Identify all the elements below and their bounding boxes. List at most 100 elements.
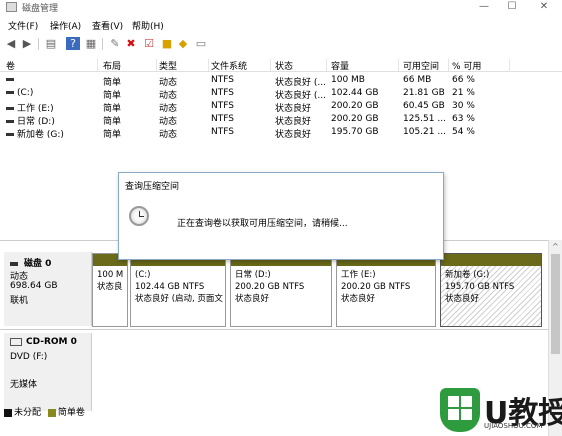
free-space-cell: 125.51 ... <box>403 114 446 124</box>
partition-label: (C:) <box>135 270 151 280</box>
windows-icon <box>448 396 472 420</box>
volume-icon <box>6 107 14 110</box>
scroll-up-icon[interactable]: ^ <box>552 242 559 251</box>
partition-e[interactable]: 工作 (E:) 200.20 GB NTFS 状态良好 <box>336 253 436 327</box>
layout-cell: 简单 <box>103 78 122 88</box>
percent-free-cell: 66 % <box>452 75 475 85</box>
column-percent-free[interactable]: % 可用 <box>452 59 510 72</box>
disk0-label-panel[interactable]: 磁盘 0 动态 698.64 GB 联机 <box>4 252 92 326</box>
layout-icon[interactable]: ▭ <box>194 37 208 50</box>
folder-icon[interactable]: ■ <box>160 37 174 50</box>
status-cell: 状态良好 (... <box>275 78 326 88</box>
column-layout[interactable]: 布局 <box>103 59 157 72</box>
partition-status: 状态良好 <box>235 294 270 304</box>
disk-management-icon <box>6 2 17 12</box>
volume-cell <box>6 75 100 85</box>
partition-info: 日常 (D:) 200.20 GB NTFS 状态良好 <box>235 269 304 305</box>
search-folder-icon[interactable]: ◆ <box>176 37 190 50</box>
shield-logo-icon <box>440 388 480 432</box>
cdrom-icon <box>10 337 22 346</box>
volume-icon <box>6 78 14 81</box>
percent-free-cell: 30 % <box>452 101 475 111</box>
menu-help[interactable]: 帮助(H) <box>132 19 164 32</box>
table-row[interactable]: 新加卷 (G:) 简单 动态 NTFS 状态良好 195.70 GB 105.2… <box>0 127 562 140</box>
watermark-site: UJIAOSHOU.COM <box>484 422 543 430</box>
legend: 未分配 简单卷 <box>4 405 85 418</box>
partition-label: 工作 (E:) <box>341 270 376 280</box>
layout-cell: 简单 <box>103 104 122 114</box>
volume-icon <box>6 91 14 94</box>
check-icon[interactable]: ☑ <box>142 37 156 50</box>
menu-action[interactable]: 操作(A) <box>50 19 81 32</box>
disk-icon <box>10 261 18 266</box>
table-row[interactable]: 简单 动态 NTFS 状态良好 (... 100 MB 66 MB 66 % <box>0 75 562 88</box>
partition-system-reserved[interactable]: 100 M 状态良 <box>92 253 128 327</box>
capacity-cell: 102.44 GB <box>331 88 379 98</box>
minimize-button[interactable]: — <box>470 0 498 14</box>
free-space-cell: 105.21 ... <box>403 127 446 137</box>
menu-view[interactable]: 查看(V) <box>92 19 123 32</box>
menu-bar: 文件(F) 操作(A) 查看(V) 帮助(H) <box>0 16 562 32</box>
type-cell: 动态 <box>159 130 178 140</box>
close-button[interactable]: ✕ <box>530 0 558 14</box>
percent-free-cell: 54 % <box>452 127 475 137</box>
table-row[interactable]: 工作 (E:) 简单 动态 NTFS 状态良好 200.20 GB 60.45 … <box>0 101 562 114</box>
delete-icon[interactable]: ✖ <box>124 37 138 50</box>
partition-size: 100 M <box>97 270 124 280</box>
partition-c[interactable]: (C:) 102.44 GB NTFS 状态良好 (启动, 页面文 <box>130 253 226 327</box>
status-cell: 状态良好 <box>275 117 312 127</box>
toolbar-divider <box>38 38 39 50</box>
partition-size: 200.20 GB NTFS <box>235 282 305 292</box>
back-icon[interactable]: ◀ <box>4 37 18 50</box>
column-volume[interactable]: 卷 <box>6 59 98 72</box>
list-view-icon[interactable]: ▤ <box>44 37 58 50</box>
layout-cell: 简单 <box>103 117 122 127</box>
free-space-cell: 66 MB <box>403 75 432 85</box>
capacity-cell: 200.20 GB <box>331 101 379 111</box>
cdrom-label-panel[interactable]: CD-ROM 0 DVD (F:) 无媒体 <box>4 333 92 411</box>
legend-simple: 简单卷 <box>57 408 85 418</box>
help-icon[interactable]: ? <box>66 37 80 50</box>
table-row[interactable]: (C:) 简单 动态 NTFS 状态良好 (... 102.44 GB 21.8… <box>0 88 562 101</box>
partition-status: 状态良好 <box>341 294 376 304</box>
type-cell: 动态 <box>159 117 178 127</box>
partition-status: 状态良好 (启动, 页面文 <box>135 294 223 304</box>
column-capacity[interactable]: 容量 <box>331 59 399 72</box>
volume-cell: 新加卷 (G:) <box>6 127 100 140</box>
dialog-message: 正在查询卷以获取可用压缩空间，请稍候... <box>177 219 348 229</box>
menu-file[interactable]: 文件(F) <box>8 19 38 32</box>
connect-icon[interactable]: ✎ <box>108 37 122 50</box>
filesystem-cell: NTFS <box>211 88 234 98</box>
maximize-button[interactable]: ☐ <box>498 0 526 14</box>
capacity-cell: 195.70 GB <box>331 127 379 137</box>
column-filesystem[interactable]: 文件系统 <box>211 59 271 72</box>
partition-info: (C:) 102.44 GB NTFS 状态良好 (启动, 页面文 <box>135 269 223 305</box>
cdrom-name: CD-ROM 0 <box>10 337 77 347</box>
column-free-space[interactable]: 可用空间 <box>403 59 449 72</box>
volume-icon <box>6 120 14 123</box>
partition-g-selected[interactable]: 新加卷 (G:) 195.70 GB NTFS 状态良好 <box>440 253 542 327</box>
disk-divider <box>0 329 548 330</box>
capacity-cell: 200.20 GB <box>331 114 379 124</box>
partition-d[interactable]: 日常 (D:) 200.20 GB NTFS 状态良好 <box>230 253 332 327</box>
layout-cell: 简单 <box>103 91 122 101</box>
properties-icon[interactable]: ▦ <box>84 37 98 50</box>
status-cell: 状态良好 (... <box>275 91 326 101</box>
percent-free-cell: 63 % <box>452 114 475 124</box>
volume-cell: 日常 (D:) <box>6 114 100 127</box>
toolbar-divider <box>102 38 103 50</box>
disk0-partitions: 100 M 状态良 (C:) 102.44 GB NTFS 状态良好 (启动, … <box>92 253 542 327</box>
partition-status: 状态良 <box>97 282 123 292</box>
disk0-status: 联机 <box>10 296 29 306</box>
volume-cell: 工作 (E:) <box>6 101 100 114</box>
type-cell: 动态 <box>159 91 178 101</box>
percent-free-cell: 21 % <box>452 88 475 98</box>
type-cell: 动态 <box>159 78 178 88</box>
column-type[interactable]: 类型 <box>159 59 209 72</box>
filesystem-cell: NTFS <box>211 75 234 85</box>
legend-unallocated: 未分配 <box>14 408 42 418</box>
column-status[interactable]: 状态 <box>275 59 327 72</box>
scrollbar-thumb[interactable] <box>551 254 560 354</box>
table-row[interactable]: 日常 (D:) 简单 动态 NTFS 状态良好 200.20 GB 125.51… <box>0 114 562 127</box>
forward-icon[interactable]: ▶ <box>20 37 34 50</box>
